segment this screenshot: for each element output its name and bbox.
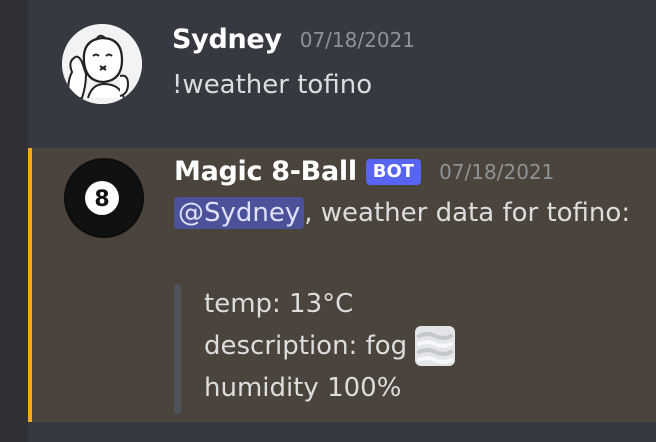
username[interactable]: Magic 8-Ball — [174, 156, 357, 187]
bot-badge: BOT — [365, 158, 422, 185]
message-header: Sydney 07/18/2021 — [172, 24, 415, 55]
magic-8-ball-icon: 8 — [64, 158, 144, 238]
description-line: description: fog — [204, 324, 457, 368]
username[interactable]: Sydney — [172, 24, 282, 55]
fog-emoji — [413, 324, 457, 368]
message-text: @Sydney, weather data for tofino: — [174, 197, 631, 229]
blockquote-bar — [174, 284, 181, 414]
svg-text:8: 8 — [94, 187, 109, 212]
user-avatar[interactable] — [62, 24, 142, 104]
message-text-rest: , weather data for tofino: — [304, 198, 631, 228]
temp-line: temp: 13°C — [204, 289, 354, 319]
user-mention[interactable]: @Sydney — [174, 197, 305, 229]
message-header: Magic 8-Ball BOT 07/18/2021 — [174, 156, 554, 187]
cartoon-face-icon — [62, 24, 142, 104]
message-magic-8-ball[interactable]: 8 Magic 8-Ball BOT 07/18/2021 @Sydney, w… — [28, 148, 656, 422]
chat-window: Sydney 07/18/2021 !weather tofino 8 Magi… — [0, 0, 656, 442]
sidebar-strip — [0, 0, 28, 442]
timestamp[interactable]: 07/18/2021 — [439, 160, 554, 184]
description-text: description: fog — [204, 331, 408, 361]
message-sydney[interactable]: Sydney 07/18/2021 !weather tofino — [28, 0, 656, 122]
bot-avatar[interactable]: 8 — [64, 158, 144, 238]
message-text: !weather tofino — [172, 70, 373, 100]
timestamp[interactable]: 07/18/2021 — [300, 28, 415, 52]
humidity-line: humidity 100% — [204, 373, 402, 403]
blockquote: temp: 13°C description: fog humidity 100… — [204, 284, 457, 408]
